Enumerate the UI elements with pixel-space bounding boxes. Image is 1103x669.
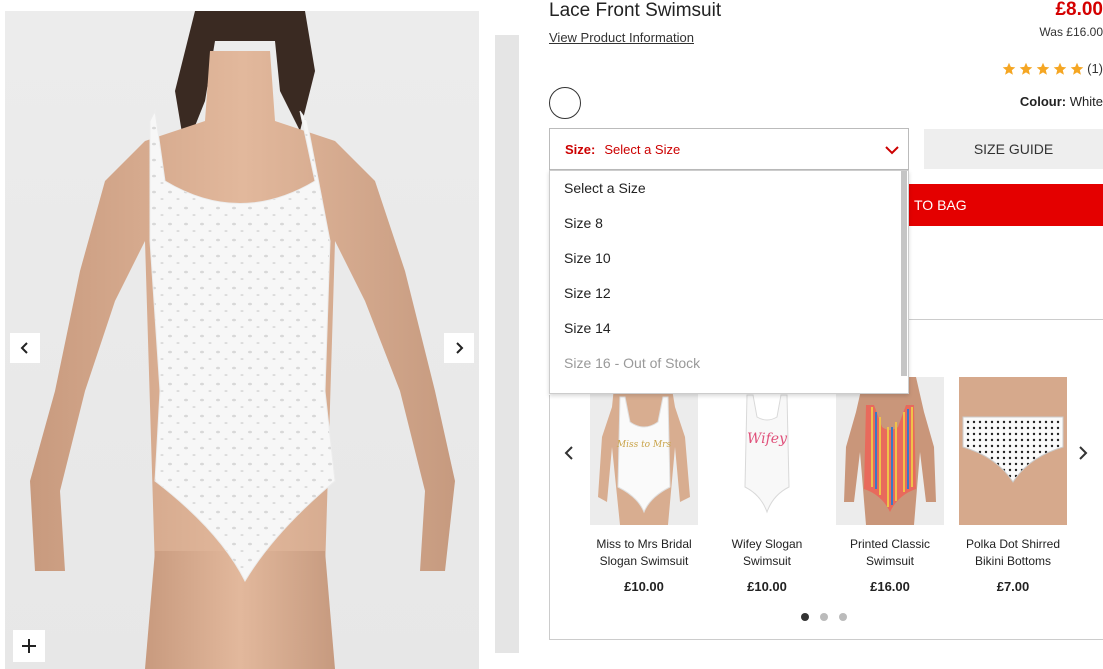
product-card-price: £16.00 [870, 579, 910, 594]
size-option[interactable]: Size 10 [550, 241, 908, 276]
view-product-info-link[interactable]: View Product Information [549, 30, 694, 45]
product-card-illustration [836, 377, 944, 525]
chevron-right-icon [1079, 446, 1088, 460]
product-card[interactable]: Printed Classic Swimsuit £16.00 [836, 377, 944, 594]
rating[interactable]: (1) [1002, 61, 1103, 76]
dropdown-scrollbar-thumb[interactable] [901, 171, 907, 376]
size-option[interactable]: Select a Size [550, 171, 908, 206]
size-guide-button[interactable]: SIZE GUIDE [924, 129, 1103, 169]
dropdown-scrollbar[interactable] [901, 171, 907, 376]
product-card-illustration: Wifey [713, 377, 821, 525]
chevron-left-icon [564, 446, 573, 460]
product-page: Lace Front Swimsuit View Product Informa… [0, 0, 1103, 669]
product-card-image: Miss to Mrs [590, 377, 698, 525]
plus-icon [22, 639, 36, 653]
product-card-price: £10.00 [747, 579, 787, 594]
add-to-bag-label: TO BAG [914, 197, 967, 213]
gallery-prev-button[interactable] [10, 333, 40, 363]
was-price: Was £16.00 [1039, 25, 1103, 39]
gallery-next-button[interactable] [444, 333, 474, 363]
product-card-illustration [959, 377, 1067, 525]
star-icon [1053, 62, 1067, 75]
star-icon [1019, 62, 1033, 75]
product-card-image: Wifey [713, 377, 821, 525]
chevron-left-icon [20, 342, 28, 354]
product-card-name: Wifey Slogan Swimsuit [731, 537, 803, 568]
product-card-image [836, 377, 944, 525]
star-icon [1036, 62, 1050, 75]
product-card-name: Printed Classic Swimsuit [849, 537, 931, 568]
product-card-illustration: Miss to Mrs [590, 377, 698, 525]
carousel-pagination [801, 613, 847, 621]
product-card-print: Miss to Mrs [616, 440, 672, 450]
size-option[interactable]: Size 8 [550, 206, 908, 241]
size-select-value: Select a Size [604, 141, 681, 157]
product-image-gallery[interactable] [5, 11, 479, 669]
carousel-dot[interactable] [839, 613, 847, 621]
product-card[interactable]: Wifey Wifey Slogan Swimsuit £10.00 [713, 377, 821, 594]
next-image-preview[interactable] [495, 35, 519, 653]
rating-count: (1) [1087, 61, 1103, 76]
product-card-name: Miss to Mrs Bridal Slogan Swimsuit [596, 537, 692, 568]
product-card-price: £10.00 [624, 579, 664, 594]
size-option-out-of-stock[interactable]: Size 16 - Out of Stock [550, 346, 908, 381]
colour-value: White [1069, 94, 1103, 109]
carousel-prev-button[interactable] [559, 443, 579, 463]
carousel-dot[interactable] [801, 613, 809, 621]
star-icon [1002, 62, 1016, 75]
add-to-bag-button[interactable]: TO BAG [905, 184, 1103, 226]
product-card[interactable]: Polka Dot Shirred Bikini Bottoms £7.00 [959, 377, 1067, 594]
chevron-down-icon [885, 146, 899, 155]
carousel-dot[interactable] [820, 613, 828, 621]
current-price: £8.00 [1055, 0, 1103, 20]
size-option-out-of-stock[interactable]: Size 18 - Out of Stock [550, 381, 908, 393]
zoom-button[interactable] [13, 630, 45, 662]
size-option[interactable]: Size 14 [550, 311, 908, 346]
product-main-image [30, 11, 455, 669]
product-card-name: Polka Dot Shirred Bikini Bottoms [965, 537, 1061, 568]
product-card-print: Wifey [747, 431, 788, 447]
section-divider [909, 319, 1103, 320]
chevron-right-icon [456, 342, 464, 354]
product-card-image [959, 377, 1067, 525]
product-card[interactable]: Miss to Mrs Miss to Mrs Bridal Slogan Sw… [590, 377, 698, 594]
colour-label: Colour: White [1020, 94, 1103, 109]
colour-label-title: Colour: [1019, 94, 1067, 109]
colour-swatch-white[interactable] [549, 87, 581, 119]
carousel-next-button[interactable] [1073, 443, 1093, 463]
product-title: Lace Front Swimsuit [549, 0, 722, 21]
product-card-price: £7.00 [996, 579, 1030, 594]
size-option[interactable]: Size 12 [550, 276, 908, 311]
star-icon [1070, 62, 1084, 75]
size-select[interactable]: Size: Select a Size [549, 128, 909, 170]
size-select-label: Size: [565, 141, 596, 157]
size-dropdown-list[interactable]: Select a Size Size 8 Size 10 Size 12 Siz… [549, 170, 909, 394]
